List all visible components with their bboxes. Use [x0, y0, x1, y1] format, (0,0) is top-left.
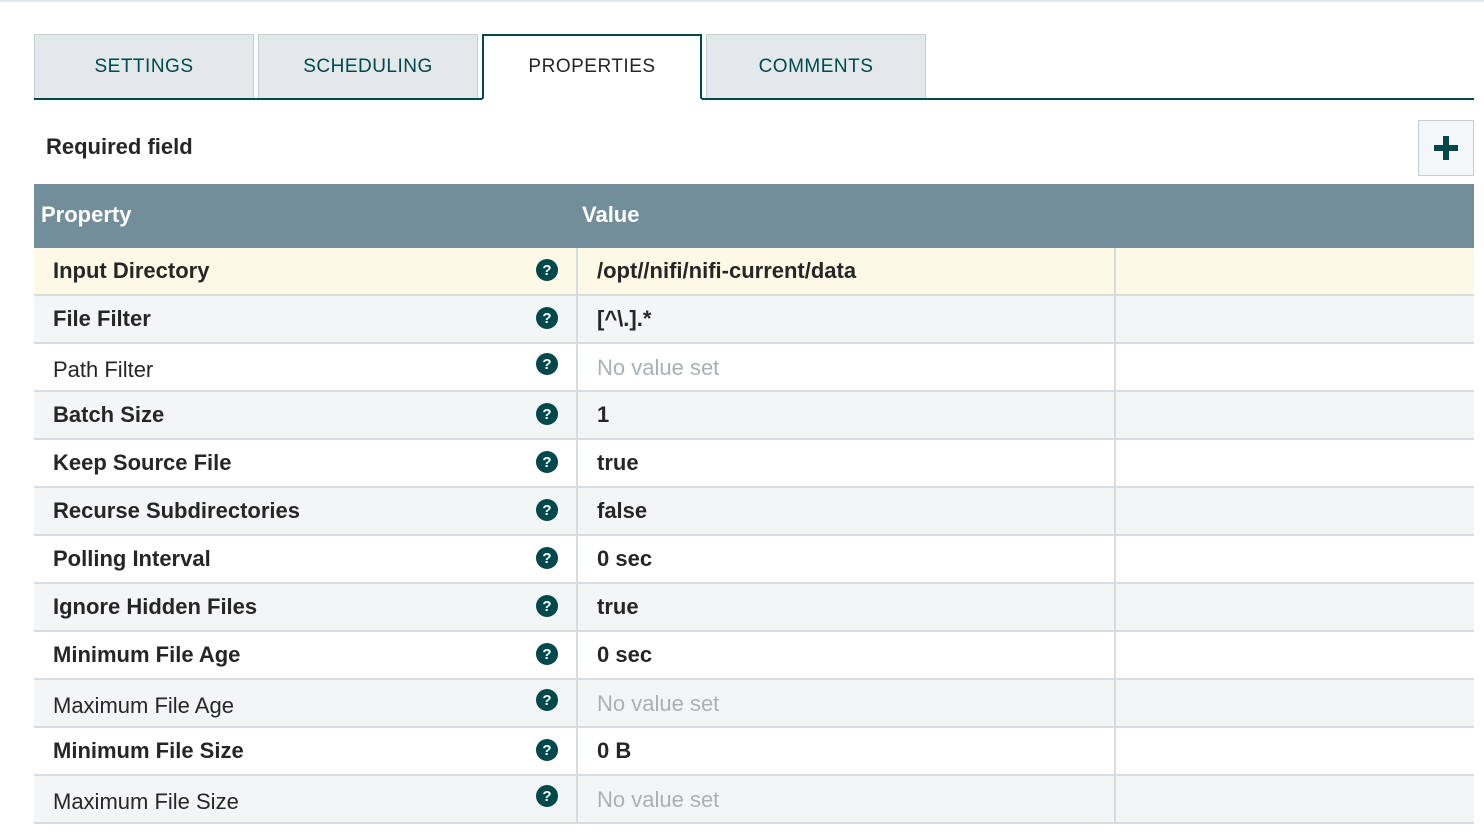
table-row[interactable]: Keep Source File? true	[34, 440, 1474, 488]
add-property-button[interactable]	[1418, 120, 1474, 176]
row-actions-cell	[1114, 776, 1476, 822]
row-actions-cell	[1114, 680, 1476, 726]
question-circle-icon[interactable]: ?	[536, 307, 558, 329]
property-value: true	[597, 594, 639, 619]
property-name-cell: Ignore Hidden Files?	[34, 584, 574, 630]
question-circle-icon[interactable]: ?	[536, 403, 558, 425]
table-row[interactable]: File Filter? [^\.].*	[34, 296, 1474, 344]
property-value: 0 B	[597, 738, 632, 763]
table-row[interactable]: Polling Interval? 0 sec	[34, 536, 1474, 584]
table-row[interactable]: Maximum File Size? No value set	[34, 776, 1474, 824]
property-value-cell[interactable]: /opt//nifi/nifi-current/data	[576, 248, 1116, 294]
row-actions-cell	[1114, 632, 1476, 678]
property-value-cell[interactable]: No value set	[576, 776, 1116, 822]
question-circle-icon[interactable]: ?	[536, 785, 558, 807]
property-name-cell: Minimum File Age?	[34, 632, 574, 678]
property-name-cell: Input Directory?	[34, 248, 574, 294]
property-name-cell: File Filter?	[34, 296, 574, 342]
property-value: 1	[597, 402, 610, 427]
property-value-cell[interactable]: [^\.].*	[576, 296, 1116, 342]
property-value: 0 sec	[597, 642, 653, 667]
tab-properties[interactable]: PROPERTIES	[482, 34, 702, 100]
question-circle-icon[interactable]: ?	[536, 643, 558, 665]
row-actions-cell	[1114, 296, 1476, 342]
row-actions-cell	[1114, 248, 1476, 294]
property-value: No value set	[597, 787, 720, 812]
table-body: Input Directory? /opt//nifi/nifi-current/…	[34, 248, 1474, 824]
property-value-cell[interactable]: No value set	[576, 680, 1116, 726]
property-value-cell[interactable]: 0 B	[576, 728, 1116, 774]
top-divider	[0, 0, 1484, 2]
question-circle-icon[interactable]: ?	[536, 353, 558, 375]
table-row[interactable]: Path Filter? No value set	[34, 344, 1474, 392]
property-value-cell[interactable]: true	[576, 440, 1116, 486]
property-name: Recurse Subdirectories	[53, 498, 300, 523]
property-name: Maximum File Age	[53, 693, 234, 718]
property-name: Batch Size	[53, 402, 165, 427]
tab-scheduling[interactable]: SCHEDULING	[258, 34, 478, 98]
property-name: Maximum File Size	[53, 789, 239, 814]
table-row[interactable]: Recurse Subdirectories? false	[34, 488, 1474, 536]
required-field-label: Required field	[46, 134, 193, 159]
property-name: Polling Interval	[53, 546, 211, 571]
property-value: No value set	[597, 691, 720, 716]
property-name: Path Filter	[53, 357, 154, 382]
tab-comments[interactable]: COMMENTS	[706, 34, 926, 98]
property-value: No value set	[597, 355, 720, 380]
property-value: true	[597, 450, 639, 475]
property-value: /opt//nifi/nifi-current/data	[597, 258, 857, 283]
property-name: File Filter	[53, 306, 151, 331]
tab-bar: SETTINGS SCHEDULING PROPERTIES COMMENTS	[34, 34, 1474, 100]
question-circle-icon[interactable]: ?	[536, 739, 558, 761]
plus-icon	[1434, 136, 1458, 160]
row-actions-cell	[1114, 488, 1476, 534]
property-value: 0 sec	[597, 546, 653, 571]
property-name: Keep Source File	[53, 450, 232, 475]
property-value-cell[interactable]: true	[576, 584, 1116, 630]
question-circle-icon[interactable]: ?	[536, 451, 558, 473]
property-name-cell: Maximum File Size?	[34, 776, 574, 822]
property-name-cell: Batch Size?	[34, 392, 574, 438]
property-value-cell[interactable]: false	[576, 488, 1116, 534]
row-actions-cell	[1114, 440, 1476, 486]
property-value: false	[597, 498, 648, 523]
property-value-cell[interactable]: No value set	[576, 344, 1116, 390]
question-circle-icon[interactable]: ?	[536, 259, 558, 281]
property-name-cell: Polling Interval?	[34, 536, 574, 582]
property-value-cell[interactable]: 0 sec	[576, 632, 1116, 678]
property-name: Minimum File Size	[53, 738, 244, 763]
column-header-value[interactable]: Value	[582, 202, 639, 228]
table-row[interactable]: Input Directory? /opt//nifi/nifi-current/…	[34, 248, 1474, 296]
row-actions-cell	[1114, 584, 1476, 630]
property-name-cell: Recurse Subdirectories?	[34, 488, 574, 534]
table-row[interactable]: Ignore Hidden Files? true	[34, 584, 1474, 632]
tab-bar-underline	[34, 98, 1474, 100]
property-name: Minimum File Age	[53, 642, 241, 667]
question-circle-icon[interactable]: ?	[536, 595, 558, 617]
question-circle-icon[interactable]: ?	[536, 689, 558, 711]
property-value-cell[interactable]: 1	[576, 392, 1116, 438]
row-actions-cell	[1114, 392, 1476, 438]
row-actions-cell	[1114, 344, 1476, 390]
table-header: Property Value	[34, 184, 1474, 248]
property-name: Input Directory	[53, 258, 210, 283]
table-row[interactable]: Batch Size? 1	[34, 392, 1474, 440]
properties-table: Property Value Input Directory? /opt//nif…	[34, 184, 1474, 824]
row-actions-cell	[1114, 536, 1476, 582]
property-name-cell: Keep Source File?	[34, 440, 574, 486]
tab-settings[interactable]: SETTINGS	[34, 34, 254, 98]
question-circle-icon[interactable]: ?	[536, 547, 558, 569]
property-value: [^\.].*	[597, 306, 652, 331]
table-row[interactable]: Minimum File Age? 0 sec	[34, 632, 1474, 680]
column-header-property[interactable]: Property	[41, 202, 131, 228]
property-name-cell: Maximum File Age?	[34, 680, 574, 726]
property-name-cell: Path Filter?	[34, 344, 574, 390]
property-name-cell: Minimum File Size?	[34, 728, 574, 774]
property-name: Ignore Hidden Files	[53, 594, 258, 619]
table-row[interactable]: Maximum File Age? No value set	[34, 680, 1474, 728]
question-circle-icon[interactable]: ?	[536, 499, 558, 521]
table-row[interactable]: Minimum File Size? 0 B	[34, 728, 1474, 776]
row-actions-cell	[1114, 728, 1476, 774]
property-value-cell[interactable]: 0 sec	[576, 536, 1116, 582]
